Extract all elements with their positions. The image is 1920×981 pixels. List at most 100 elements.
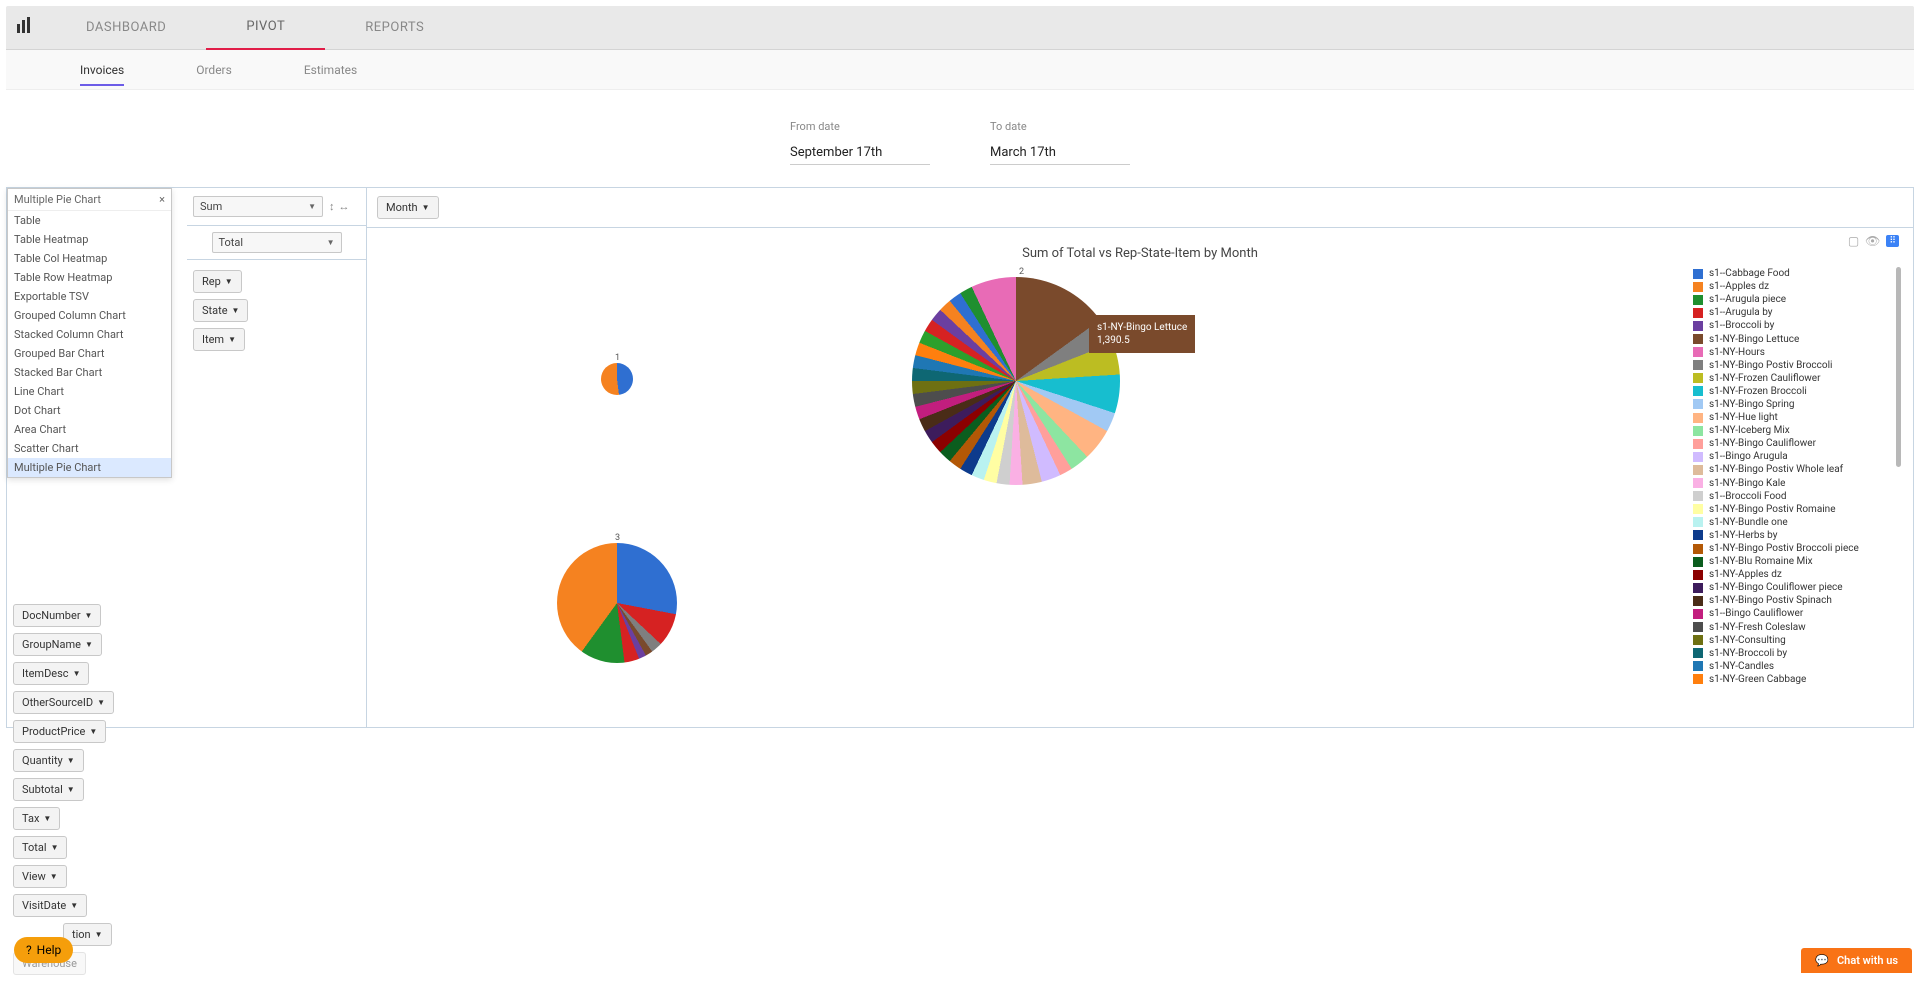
- field-pill[interactable]: OtherSourceID▼: [13, 691, 114, 714]
- subtab-estimates[interactable]: Estimates: [268, 50, 393, 90]
- tab-dashboard[interactable]: DASHBOARD: [46, 6, 206, 50]
- chart-type-option[interactable]: Grouped Bar Chart: [8, 344, 171, 363]
- aggregator-select[interactable]: Sum▼: [193, 196, 323, 217]
- field-pill[interactable]: VisitDate▼: [13, 894, 87, 917]
- eye-icon[interactable]: 👁: [1865, 234, 1880, 248]
- legend-item[interactable]: s1-NY-Bingo Postiv Spinach: [1693, 594, 1893, 607]
- chart-type-option[interactable]: Stacked Column Chart: [8, 325, 171, 344]
- field-pill[interactable]: DocNumber▼: [13, 604, 101, 627]
- legend-swatch: [1693, 295, 1703, 305]
- legend-item[interactable]: s1--Bingo Cauliflower: [1693, 607, 1893, 620]
- row-dim-rep[interactable]: Rep▼: [193, 270, 242, 293]
- sort-vert-icon[interactable]: ↕: [329, 200, 335, 213]
- legend-item[interactable]: s1-NY-Blu Romaine Mix: [1693, 555, 1893, 568]
- legend-item[interactable]: s1-NY-Fresh Coleslaw: [1693, 621, 1893, 634]
- legend-item[interactable]: s1--Arugula piece: [1693, 293, 1893, 306]
- legend-item[interactable]: s1-NY-Bingo Postiv Broccoli piece: [1693, 542, 1893, 555]
- tab-pivot[interactable]: PIVOT: [206, 6, 325, 50]
- legend-item[interactable]: s1-NY-Frozen Broccoli: [1693, 385, 1893, 398]
- legend-swatch: [1693, 321, 1703, 331]
- legend-scrollbar[interactable]: [1896, 267, 1901, 467]
- field-pill[interactable]: Tax▼: [13, 807, 60, 830]
- field-pill[interactable]: Subtotal▼: [13, 778, 84, 801]
- chart-type-option[interactable]: Exportable TSV: [8, 287, 171, 306]
- legend-label: s1-NY-Bingo Spring: [1709, 399, 1795, 410]
- legend-swatch: [1693, 334, 1703, 344]
- legend-item[interactable]: s1--Broccoli Food: [1693, 490, 1893, 503]
- chat-icon: 💬: [1815, 954, 1829, 967]
- chart-type-option[interactable]: Scatter Chart: [8, 439, 171, 458]
- chat-button[interactable]: 💬 Chat with us: [1801, 948, 1912, 973]
- help-button[interactable]: ? Help: [14, 937, 73, 963]
- legend-item[interactable]: s1-NY-Candles: [1693, 660, 1893, 673]
- subtab-invoices[interactable]: Invoices: [44, 50, 160, 90]
- subtab-orders[interactable]: Orders: [160, 50, 268, 90]
- legend-item[interactable]: s1--Broccoli by: [1693, 319, 1893, 332]
- sort-horiz-icon[interactable]: ↔: [339, 200, 350, 213]
- legend-item[interactable]: s1--Apples dz: [1693, 280, 1893, 293]
- legend-item[interactable]: s1--Cabbage Food: [1693, 267, 1893, 280]
- field-pill[interactable]: View▼: [13, 865, 67, 888]
- chart-type-option[interactable]: Table Row Heatmap: [8, 268, 171, 287]
- legend-item[interactable]: s1--Bingo Arugula: [1693, 450, 1893, 463]
- legend-item[interactable]: s1-NY-Frozen Cauliflower: [1693, 372, 1893, 385]
- legend-item[interactable]: s1-NY-Bingo Postiv Broccoli: [1693, 359, 1893, 372]
- legend-label: s1--Bingo Arugula: [1709, 451, 1788, 462]
- to-date-input[interactable]: March 17th: [990, 145, 1130, 165]
- tab-reports[interactable]: REPORTS: [325, 6, 464, 50]
- legend-item[interactable]: s1-NY-Green Cabbage: [1693, 673, 1893, 686]
- legend-item[interactable]: s1-NY-Bundle one: [1693, 516, 1893, 529]
- field-pill[interactable]: GroupName▼: [13, 633, 102, 656]
- plotly-badge[interactable]: ⠿: [1886, 235, 1899, 247]
- chart-type-column: Multiple Pie Chart × TableTable HeatmapT…: [7, 188, 187, 727]
- legend-item[interactable]: s1-NY-Bingo Spring: [1693, 398, 1893, 411]
- legend-item[interactable]: s1-NY-Bingo Postiv Whole leaf: [1693, 463, 1893, 476]
- from-date-label: From date: [790, 120, 930, 133]
- chart-type-option[interactable]: Table Heatmap: [8, 230, 171, 249]
- chart-type-option[interactable]: Multiple Pie Chart: [8, 458, 171, 477]
- chart-tooltip: s1-NY-Bingo Lettuce 1,390.5: [1089, 315, 1195, 353]
- legend-item[interactable]: s1-NY-Hue light: [1693, 411, 1893, 424]
- chart-canvas[interactable]: 1 2 s1-NY-Bingo Lettuce 1,390.5 3: [387, 267, 1693, 707]
- field-pill[interactable]: Quantity▼: [13, 749, 84, 772]
- chart-type-option[interactable]: Grouped Column Chart: [8, 306, 171, 325]
- chart-type-option[interactable]: Line Chart: [8, 382, 171, 401]
- chart-type-option[interactable]: Stacked Bar Chart: [8, 363, 171, 382]
- row-dim-state[interactable]: State▼: [193, 299, 248, 322]
- legend-item[interactable]: s1--Arugula by: [1693, 306, 1893, 319]
- legend-item[interactable]: s1-NY-Consulting: [1693, 634, 1893, 647]
- pie-1[interactable]: [601, 363, 633, 395]
- camera-icon[interactable]: ▢: [1848, 234, 1859, 248]
- chart-type-option[interactable]: Dot Chart: [8, 401, 171, 420]
- legend-item[interactable]: s1-NY-Bingo Cauliflower: [1693, 437, 1893, 450]
- chart-type-option[interactable]: Area Chart: [8, 420, 171, 439]
- row-dim-item[interactable]: Item▼: [193, 328, 245, 351]
- pie-3[interactable]: [557, 543, 677, 663]
- legend-item[interactable]: s1-NY-Broccoli by: [1693, 647, 1893, 660]
- legend-item[interactable]: s1-NY-Iceberg Mix: [1693, 424, 1893, 437]
- legend-label: s1-NY-Hue light: [1709, 412, 1778, 423]
- field-pill[interactable]: ProductPrice▼: [13, 720, 106, 743]
- from-date-input[interactable]: September 17th: [790, 145, 930, 165]
- field-pill[interactable]: Total▼: [13, 836, 67, 859]
- legend-item[interactable]: s1-NY-Bingo Lettuce: [1693, 332, 1893, 345]
- legend-label: s1--Arugula piece: [1709, 294, 1786, 305]
- field-pill[interactable]: ItemDesc▼: [13, 662, 89, 685]
- pie-2[interactable]: [912, 277, 1120, 485]
- aggregator-value-select[interactable]: Total▼: [212, 232, 342, 253]
- legend-swatch: [1693, 269, 1703, 279]
- legend-item[interactable]: s1-NY-Blu Romaine case: [1693, 686, 1893, 687]
- legend-item[interactable]: s1-NY-Apples dz: [1693, 568, 1893, 581]
- close-icon[interactable]: ×: [159, 193, 165, 206]
- chart-type-option[interactable]: Table Col Heatmap: [8, 249, 171, 268]
- legend-label: s1-NY-Bingo Kale: [1709, 478, 1786, 489]
- legend-item[interactable]: s1-NY-Bingo Postiv Romaine: [1693, 503, 1893, 516]
- legend-item[interactable]: s1-NY-Hours: [1693, 346, 1893, 359]
- chart-type-dropdown[interactable]: Multiple Pie Chart × TableTable HeatmapT…: [7, 188, 172, 478]
- chart-type-option[interactable]: Table: [8, 211, 171, 230]
- legend-item[interactable]: s1-NY-Bingo Kale: [1693, 477, 1893, 490]
- legend-item[interactable]: s1-NY-Herbs by: [1693, 529, 1893, 542]
- pie-label-2: 2: [1019, 267, 1024, 277]
- legend-item[interactable]: s1-NY-Bingo Couliflower piece: [1693, 581, 1893, 594]
- col-dim-month[interactable]: Month▼: [377, 196, 439, 219]
